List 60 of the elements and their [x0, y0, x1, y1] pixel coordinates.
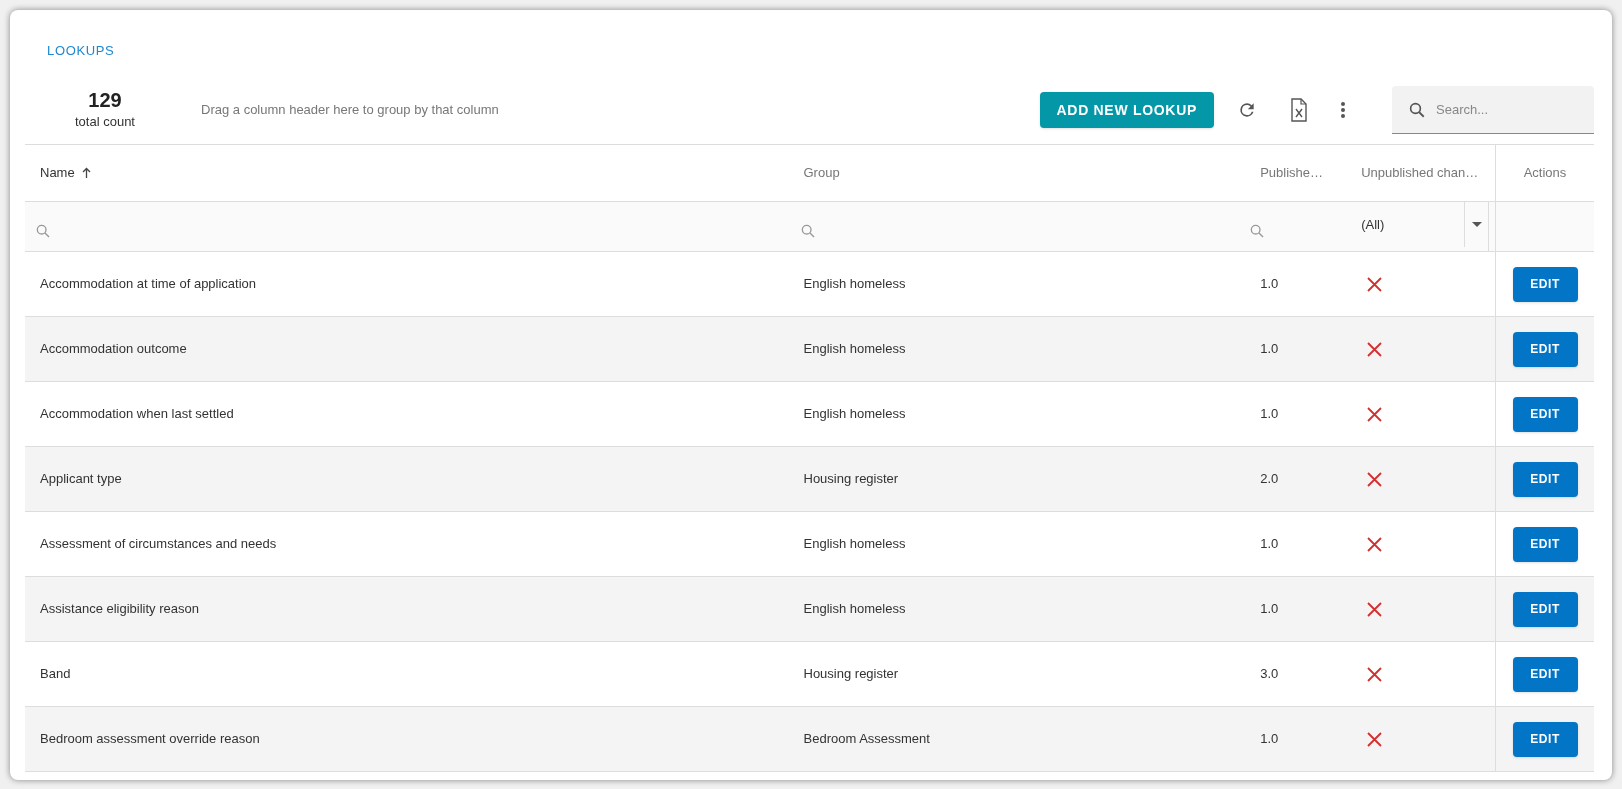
table-cell-text: English homeless: [803, 535, 906, 554]
edit-button[interactable]: EDIT: [1512, 396, 1578, 432]
table-cell-text: Accommodation at time of application: [40, 275, 257, 294]
table-cell-text: English homeless: [803, 275, 906, 294]
column-header[interactable]: Publishe…: [1260, 163, 1324, 183]
table-cell-text: Housing register: [803, 470, 899, 489]
edit-button[interactable]: EDIT: [1512, 526, 1578, 562]
total-count-label: total count: [75, 113, 135, 132]
search-icon: [1408, 101, 1426, 119]
table-cell-text: Accommodation when last settled: [40, 405, 234, 424]
column-header[interactable]: Unpublished chan…: [1361, 163, 1479, 183]
table-cell-text: 1.0: [1260, 730, 1279, 749]
table-cell-text: Bedroom assessment override reason: [40, 730, 260, 749]
table-cell-text: English homeless: [803, 340, 906, 359]
table-cell-text: Bedroom Assessment: [803, 730, 930, 749]
table-cell-text: Assessment of circumstances and needs: [40, 535, 277, 554]
table-cell-text: 1.0: [1260, 600, 1279, 619]
table-cell-text: Band: [40, 665, 71, 684]
edit-button[interactable]: EDIT: [1512, 721, 1578, 757]
edit-button[interactable]: EDIT: [1512, 591, 1578, 627]
column-header[interactable]: Name: [40, 163, 75, 183]
filter-search-icon: [799, 222, 816, 239]
filter-value: (All): [1361, 215, 1386, 234]
more-options-icon[interactable]: [1340, 101, 1346, 119]
page-title: LOOKUPS: [47, 43, 115, 58]
add-new-lookup-button[interactable]: ADD NEW LOOKUP: [1039, 92, 1214, 128]
table-cell-text: 1.0: [1260, 275, 1279, 294]
table-cell-text: 2.0: [1260, 470, 1279, 489]
edit-button[interactable]: EDIT: [1512, 461, 1578, 497]
cross-icon: [1367, 341, 1383, 357]
cross-icon: [1367, 666, 1383, 682]
search-field[interactable]: Search...: [1392, 86, 1594, 134]
column-header[interactable]: Group: [803, 163, 840, 183]
edit-button[interactable]: EDIT: [1512, 656, 1578, 692]
total-count-value: 129: [88, 88, 122, 113]
table-cell-text: Applicant type: [40, 470, 122, 489]
filter-search-icon: [1249, 222, 1266, 239]
edit-button[interactable]: EDIT: [1512, 266, 1578, 302]
cross-icon: [1367, 471, 1383, 487]
edit-button[interactable]: EDIT: [1512, 331, 1578, 367]
cross-icon: [1367, 601, 1383, 617]
table-cell-text: 1.0: [1260, 405, 1279, 424]
table-cell-text: 1.0: [1260, 340, 1279, 359]
cross-icon: [1367, 406, 1383, 422]
cross-icon: [1367, 536, 1383, 552]
cross-icon: [1367, 276, 1383, 292]
table-cell-text: 1.0: [1260, 535, 1279, 554]
column-header[interactable]: Actions: [1523, 163, 1567, 183]
filter-search-icon: [35, 222, 51, 239]
spreadsheet-file-icon[interactable]: [1290, 98, 1308, 122]
dropdown-caret-icon: [1471, 222, 1482, 227]
table-cell-text: English homeless: [803, 600, 906, 619]
unpublished-filter-dropdown[interactable]: (All): [1349, 202, 1490, 251]
cross-icon: [1367, 731, 1383, 747]
table-cell-text: Accommodation outcome: [40, 340, 187, 359]
table-cell-text: Housing register: [803, 665, 899, 684]
table-cell-text: 3.0: [1260, 665, 1279, 684]
group-by-hint: Drag a column header here to group by that column: [201, 101, 499, 120]
table-cell-text: English homeless: [803, 405, 906, 424]
table-cell-text: Assistance eligibility reason: [40, 600, 199, 619]
